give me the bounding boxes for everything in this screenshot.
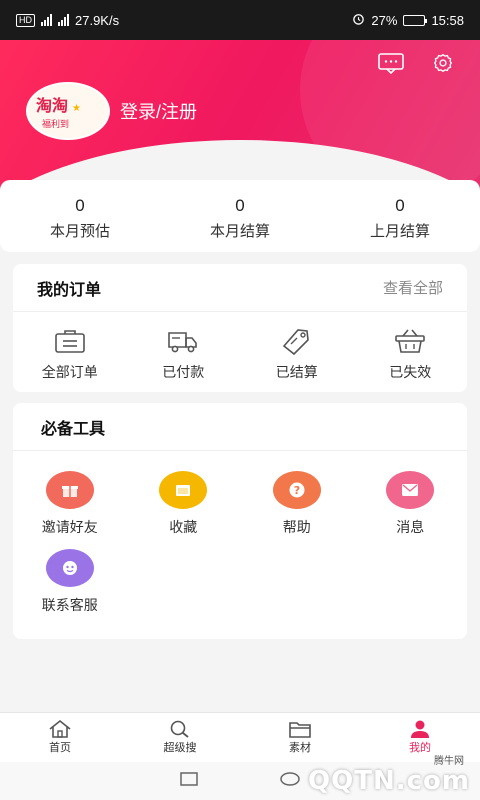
order-expired[interactable]: 已失效 xyxy=(354,326,468,382)
user-icon xyxy=(411,720,429,738)
bottom-tab-bar: 首页 超级搜 素材 我的 xyxy=(0,712,480,762)
system-nav-bar: 腾牛网 QQTN.com xyxy=(0,756,480,800)
essential-tools-card: 必备工具 邀请好友 收藏 ? 帮助 消息 联系客服 xyxy=(13,403,467,639)
view-all-link[interactable]: 查看全部 xyxy=(383,277,443,298)
svg-text:福利到: 福利到 xyxy=(42,118,69,130)
watermark-main: QQTN.com xyxy=(308,766,470,796)
tool-label: 联系客服 xyxy=(41,597,98,613)
tab-label: 首页 xyxy=(49,742,71,754)
stat-label: 上月结算 xyxy=(369,223,430,240)
svg-text:?: ? xyxy=(294,484,300,497)
tab-label: 超级搜 xyxy=(163,742,197,754)
order-settled[interactable]: 已结算 xyxy=(240,326,354,382)
order-label: 已结算 xyxy=(275,364,318,380)
card-title: 必备工具 xyxy=(41,420,106,438)
signal-icon-2 xyxy=(58,14,69,26)
stat-this-month-settled[interactable]: 0 本月结算 xyxy=(160,180,320,252)
avatar[interactable]: 淘淘 ★ 福利到 xyxy=(26,82,110,140)
tab-super-search[interactable]: 超级搜 xyxy=(120,713,240,762)
home-button[interactable] xyxy=(279,771,301,792)
basket-icon xyxy=(395,329,426,353)
gift-icon xyxy=(45,471,94,509)
hd-badge: HD xyxy=(16,13,35,27)
tab-materials[interactable]: 素材 xyxy=(240,713,360,762)
stat-label: 本月预估 xyxy=(49,223,110,240)
tab-home[interactable]: 首页 xyxy=(0,713,120,762)
message-icon[interactable] xyxy=(378,52,404,75)
login-register-link[interactable]: 登录/注册 xyxy=(120,98,197,124)
signal-icon xyxy=(41,14,52,26)
stat-last-month-settled[interactable]: 0 上月结算 xyxy=(320,180,480,252)
tag-icon xyxy=(282,329,309,356)
profile-header: 淘淘 ★ 福利到 登录/注册 xyxy=(0,40,480,200)
stat-label: 本月结算 xyxy=(209,223,270,240)
order-label: 已付款 xyxy=(162,364,205,380)
home-icon xyxy=(49,719,71,738)
tool-invite-friends[interactable]: 邀请好友 xyxy=(13,471,127,537)
recents-button[interactable] xyxy=(179,771,199,792)
stat-this-month-estimate[interactable]: 0 本月预估 xyxy=(0,180,160,252)
tool-label: 帮助 xyxy=(282,519,311,535)
stat-value: 0 xyxy=(235,196,245,215)
order-label: 已失效 xyxy=(389,364,432,380)
tool-label: 邀请好友 xyxy=(41,519,98,535)
mail-icon xyxy=(386,471,435,509)
stat-value: 0 xyxy=(395,196,405,215)
gear-icon[interactable] xyxy=(430,52,456,74)
status-bar: HD 27.9K/s 27% 15:58 xyxy=(0,0,480,40)
svg-text:★: ★ xyxy=(72,103,81,114)
tool-customer-service[interactable]: 联系客服 xyxy=(13,549,127,615)
tab-label: 素材 xyxy=(289,742,311,754)
all-orders-icon xyxy=(54,330,85,353)
battery-icon xyxy=(403,14,428,26)
order-label: 全部订单 xyxy=(41,364,98,380)
clock: 15:58 xyxy=(431,12,464,28)
tool-label: 消息 xyxy=(396,519,425,535)
stat-value: 0 xyxy=(75,196,85,215)
tool-favorites[interactable]: 收藏 xyxy=(127,471,241,537)
battery-percent: 27% xyxy=(371,12,398,28)
order-all[interactable]: 全部订单 xyxy=(13,326,127,382)
earnings-summary: 0 本月预估 0 本月结算 0 上月结算 xyxy=(0,180,480,252)
card-title: 我的订单 xyxy=(37,281,102,299)
app-logo: 淘淘 ★ 福利到 xyxy=(36,96,81,130)
folder-icon xyxy=(289,722,311,738)
watermark-sub: 腾牛网 xyxy=(434,756,464,767)
my-orders-card: 我的订单 查看全部 全部订单 已付款 已结算 已失效 xyxy=(13,264,467,392)
tool-messages[interactable]: 消息 xyxy=(354,471,468,537)
tool-label: 收藏 xyxy=(169,519,198,535)
service-icon xyxy=(45,549,94,587)
help-icon: ? xyxy=(272,471,321,509)
order-paid[interactable]: 已付款 xyxy=(127,326,241,382)
folder-icon xyxy=(159,471,208,509)
net-speed: 27.9K/s xyxy=(75,12,120,28)
truck-icon xyxy=(168,332,198,353)
watermark: 腾牛网 QQTN.com xyxy=(308,756,470,796)
search-icon xyxy=(170,720,189,738)
tool-help[interactable]: ? 帮助 xyxy=(240,471,354,537)
alarm-icon xyxy=(352,12,365,28)
svg-text:淘淘: 淘淘 xyxy=(36,96,68,115)
